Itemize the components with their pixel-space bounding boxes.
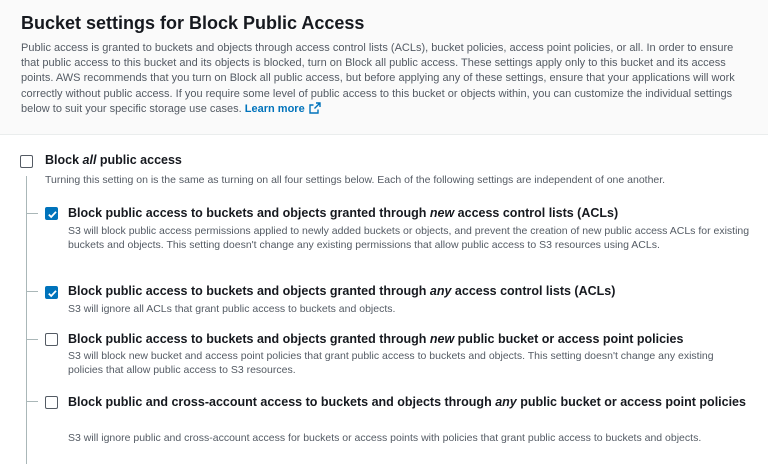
block-any-acls-label: Block public access to buckets and objec…: [68, 282, 615, 300]
header-description-text: Public access is granted to buckets and …: [21, 42, 735, 115]
tree-branch: [26, 291, 38, 292]
learn-more-link[interactable]: Learn more: [244, 102, 321, 115]
checkmark-icon: [48, 211, 57, 219]
option-title-suffix: public bucket or access point policies: [454, 332, 684, 346]
block-all-label-suffix: public access: [96, 153, 182, 167]
block-any-acls-description: S3 will ignore all ACLs that grant publi…: [68, 303, 396, 315]
block-new-policies-label: Block public access to buckets and objec…: [68, 330, 683, 348]
block-new-acls-checkbox[interactable]: [45, 207, 58, 220]
option-title-emphasis: new: [429, 332, 455, 346]
block-any-acls-checkbox[interactable]: [45, 286, 58, 299]
block-new-acls-description: S3 will block public access permissions …: [68, 225, 750, 251]
block-all-checkbox[interactable]: [20, 155, 33, 168]
option-title-suffix: access control lists (ACLs): [451, 284, 616, 298]
page-title: Bucket settings for Block Public Access: [21, 13, 365, 33]
option-title-suffix: access control lists (ACLs): [454, 206, 619, 220]
settings-header: Bucket settings for Block Public Access …: [0, 0, 768, 135]
tree-branch: [26, 401, 38, 402]
tree-branch: [26, 339, 38, 340]
block-any-policies-description: S3 will ignore public and cross-account …: [68, 432, 702, 444]
option-title-emphasis: new: [429, 206, 455, 220]
block-new-acls-label: Block public access to buckets and objec…: [68, 204, 618, 222]
block-all-description: Turning this setting on is the same as t…: [45, 174, 666, 186]
option-title-emphasis: any: [495, 395, 517, 409]
block-all-label-prefix: Block: [45, 153, 83, 167]
option-title-suffix: public bucket or access point policies: [516, 395, 746, 409]
checkmark-icon: [48, 290, 57, 298]
option-title-prefix: Block public access to buckets and objec…: [68, 206, 430, 220]
external-link-icon: [309, 102, 321, 119]
block-new-policies-checkbox[interactable]: [45, 333, 58, 346]
option-title-emphasis: any: [429, 284, 452, 298]
tree-branch: [26, 213, 38, 214]
block-any-policies-label: Block public and cross-account access to…: [68, 393, 748, 411]
block-all-label: Block all public access: [45, 151, 182, 169]
block-all-label-emphasis: all: [82, 153, 97, 167]
option-title-prefix: Block public access to buckets and objec…: [68, 332, 430, 346]
tree-connector: [26, 176, 27, 464]
block-new-policies-description: S3 will block new bucket and access poin…: [68, 350, 714, 376]
learn-more-label: Learn more: [244, 102, 305, 115]
option-title-prefix: Block public access to buckets and objec…: [68, 284, 430, 298]
header-description: Public access is granted to buckets and …: [21, 41, 749, 119]
option-title-prefix: Block public and cross-account access to…: [68, 395, 496, 409]
block-any-policies-checkbox[interactable]: [45, 396, 58, 409]
